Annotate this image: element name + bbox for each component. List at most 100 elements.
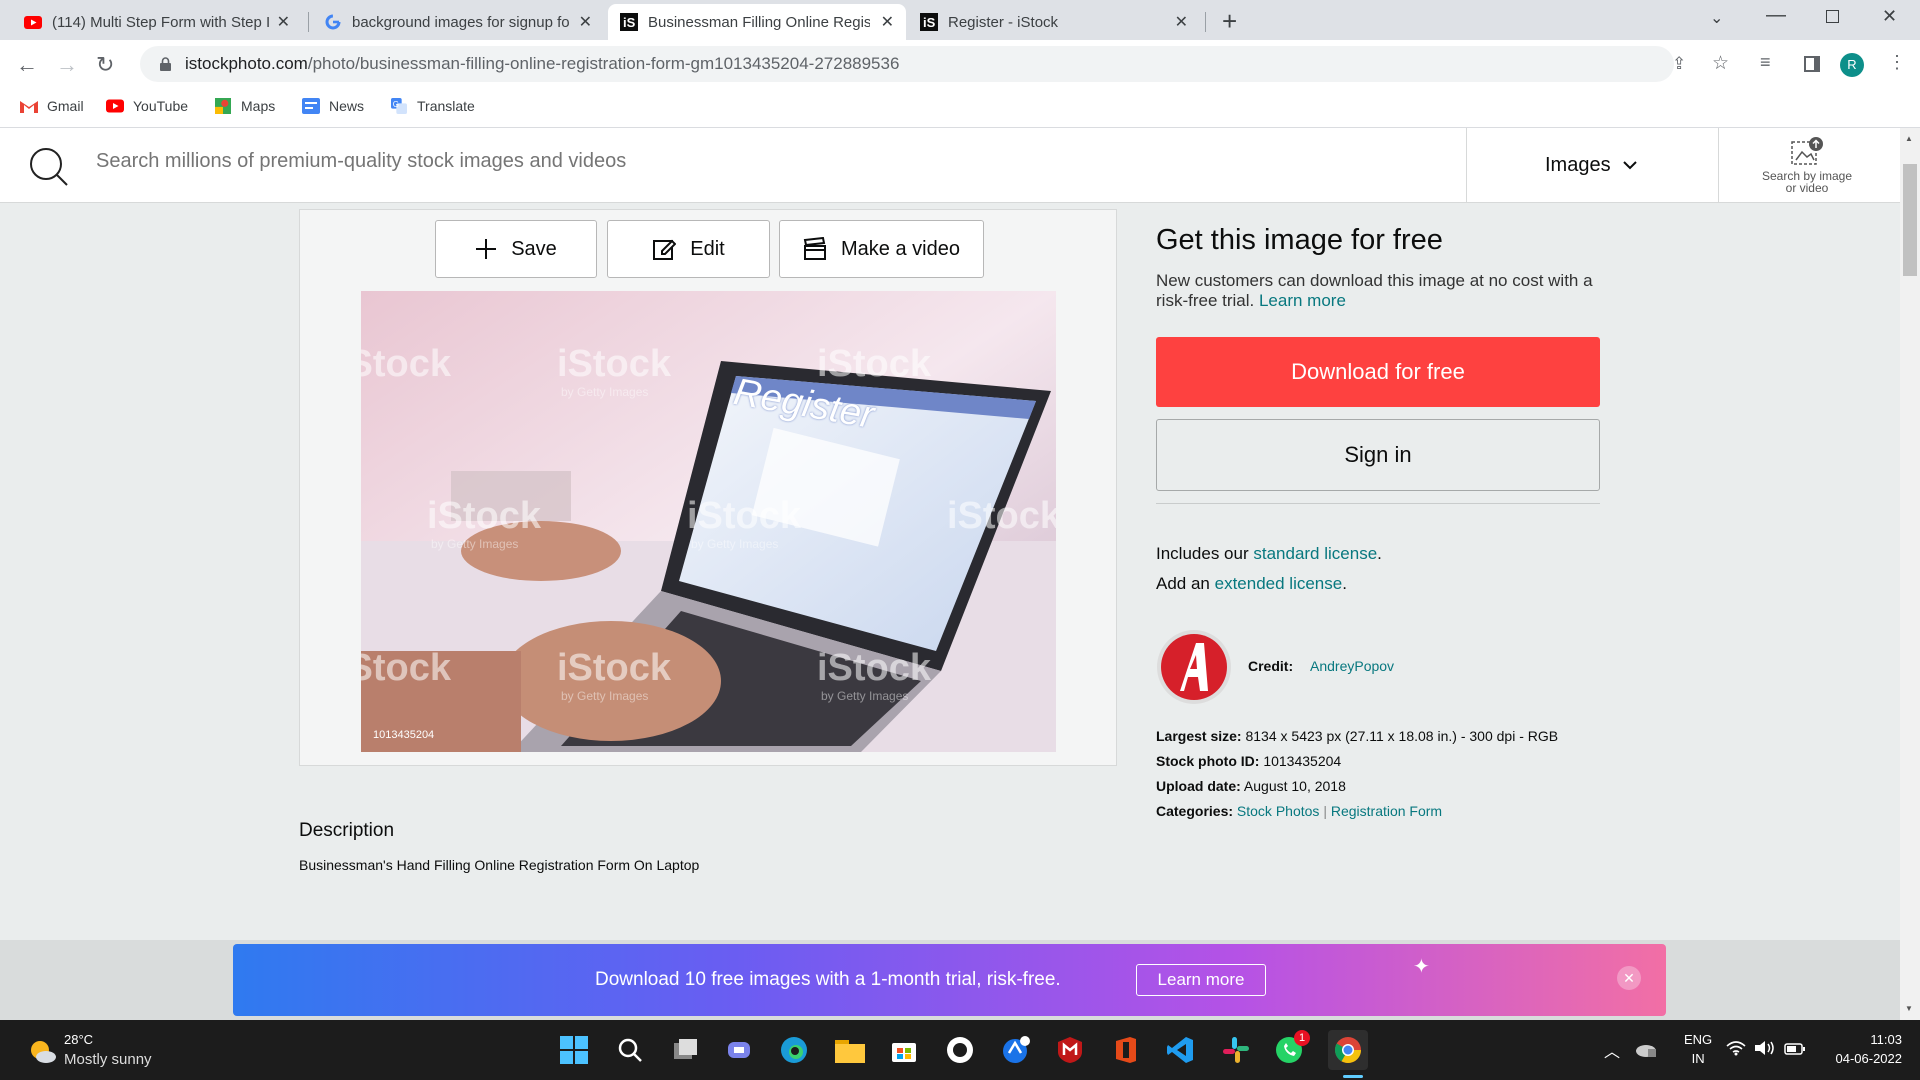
- file-explorer-icon[interactable]: [834, 1034, 866, 1066]
- watermark-sub: by Getty Images: [821, 689, 909, 703]
- sign-in-button[interactable]: Sign in: [1156, 419, 1600, 491]
- stock-photo[interactable]: Register iStock iStock iStock iStock iSt…: [361, 291, 1056, 752]
- reading-list-icon[interactable]: ≡: [1760, 52, 1771, 73]
- site-search-bar: Images Search by image or video: [0, 128, 1900, 203]
- windows-start-icon[interactable]: [558, 1034, 590, 1066]
- watermark: iStock: [687, 495, 802, 537]
- taskbar-search-icon[interactable]: [614, 1034, 646, 1066]
- make-video-button[interactable]: Make a video: [779, 220, 984, 278]
- contributor-logo-icon: [1157, 630, 1231, 704]
- translate-icon: G: [391, 98, 407, 114]
- clapperboard-icon: [803, 237, 827, 260]
- close-banner-icon[interactable]: ✕: [1617, 966, 1641, 990]
- app-icon[interactable]: [1000, 1034, 1032, 1066]
- tab-title: (114) Multi Step Form with Step I: [52, 13, 271, 31]
- description-heading: Description: [299, 820, 395, 841]
- forward-arrow-icon[interactable]: →: [56, 52, 78, 78]
- weather-sun-icon[interactable]: [28, 1038, 56, 1069]
- close-tab-icon[interactable]: ✕: [579, 12, 592, 32]
- search-type-dropdown[interactable]: Images: [1545, 154, 1637, 177]
- bookmark-maps[interactable]: Maps: [214, 98, 275, 114]
- edit-button[interactable]: Edit: [607, 220, 770, 278]
- battery-icon[interactable]: [1784, 1042, 1806, 1060]
- profile-avatar[interactable]: R: [1840, 53, 1864, 77]
- minimize-button[interactable]: —: [1766, 4, 1786, 27]
- whatsapp-icon[interactable]: 1: [1274, 1030, 1310, 1066]
- youtube-icon: [24, 13, 42, 31]
- language-indicator[interactable]: ENG IN: [1684, 1030, 1712, 1068]
- watermark-sub: by Getty Images: [431, 537, 519, 551]
- weather-temp[interactable]: 28°C: [64, 1032, 93, 1047]
- credit-name-link[interactable]: AndreyPopov: [1310, 658, 1394, 674]
- chrome-icon[interactable]: [1328, 1030, 1368, 1070]
- url-host: istockphoto.com: [185, 54, 308, 73]
- lock-icon[interactable]: [160, 57, 171, 71]
- bookmark-youtube[interactable]: YouTube: [106, 98, 188, 114]
- restore-button[interactable]: [1826, 10, 1839, 23]
- back-arrow-icon[interactable]: ←: [16, 52, 38, 78]
- contributor-avatar[interactable]: [1156, 629, 1232, 705]
- category-registration-form-link[interactable]: Registration Form: [1331, 803, 1442, 819]
- teams-chat-icon[interactable]: [724, 1034, 756, 1066]
- side-panel-icon[interactable]: [1804, 56, 1820, 72]
- bookmark-star-icon[interactable]: ☆: [1712, 52, 1729, 75]
- category-stock-photos-link[interactable]: Stock Photos: [1237, 803, 1320, 819]
- address-bar[interactable]: istockphoto.com/photo/businessman-fillin…: [140, 46, 1729, 82]
- bookmarks-bar: Gmail YouTube Maps News G Translate: [0, 90, 1920, 128]
- edge-browser-icon[interactable]: [778, 1034, 810, 1066]
- page-scrollbar[interactable]: ▲ ▼: [1900, 128, 1920, 1020]
- vscode-icon[interactable]: [1164, 1034, 1196, 1066]
- description-text: Businessman's Hand Filling Online Regist…: [299, 857, 700, 873]
- volume-icon[interactable]: [1754, 1040, 1776, 1061]
- watermark: iStock: [557, 343, 672, 385]
- url-path: /photo/businessman-filling-online-regist…: [307, 54, 900, 73]
- watermark: iStock: [817, 343, 932, 385]
- learn-more-link[interactable]: Learn more: [1259, 291, 1346, 310]
- tab-youtube[interactable]: (114) Multi Step Form with Step I ✕: [12, 4, 302, 40]
- search-input[interactable]: [96, 150, 1196, 173]
- share-icon[interactable]: ⇪: [1672, 54, 1686, 74]
- bookmark-news[interactable]: News: [302, 98, 364, 114]
- new-tab-button[interactable]: +: [1222, 6, 1237, 37]
- tab-istock-photo[interactable]: iS Businessman Filling Online Regis ✕: [608, 4, 906, 40]
- standard-license-link[interactable]: standard license: [1253, 544, 1377, 563]
- bookmark-translate[interactable]: G Translate: [390, 98, 475, 114]
- close-tab-icon[interactable]: ✕: [277, 12, 290, 32]
- watermark: iStock: [817, 647, 932, 689]
- offer-body: New customers can download this image at…: [1156, 271, 1593, 310]
- download-for-free-button[interactable]: Download for free: [1156, 337, 1600, 407]
- mcafee-icon[interactable]: [1054, 1034, 1086, 1066]
- tab-google[interactable]: background images for signup fo ✕: [312, 4, 604, 40]
- bookmark-gmail[interactable]: Gmail: [20, 98, 84, 114]
- github-icon[interactable]: [944, 1034, 976, 1066]
- slack-icon[interactable]: [1220, 1034, 1252, 1066]
- promo-learn-more-button[interactable]: Learn more: [1136, 964, 1266, 996]
- istock-icon: iS: [920, 13, 938, 31]
- search-icon[interactable]: [28, 146, 70, 188]
- svg-text:iS: iS: [623, 15, 636, 30]
- reload-icon[interactable]: ↻: [96, 52, 114, 78]
- office-icon[interactable]: [1110, 1034, 1142, 1066]
- tab-title: Register - iStock: [948, 13, 1059, 31]
- save-button[interactable]: Save: [435, 220, 597, 278]
- task-view-icon[interactable]: [670, 1034, 702, 1066]
- tray-chevron-up-icon[interactable]: ︿: [1604, 1038, 1620, 1062]
- image-panel: Save Edit Make a video Register tock iSt…: [299, 209, 1117, 766]
- scrollbar-thumb[interactable]: [1903, 164, 1917, 276]
- close-tab-icon[interactable]: ✕: [881, 12, 894, 32]
- search-by-image-button[interactable]: Search by image or video: [1752, 136, 1862, 194]
- tab-search-chevron-icon[interactable]: ⌄: [1710, 8, 1723, 28]
- tab-istock-register[interactable]: iS Register - iStock ✕: [908, 4, 1200, 40]
- menu-kebab-icon[interactable]: ⋮: [1888, 52, 1906, 73]
- close-tab-icon[interactable]: ✕: [1175, 12, 1188, 32]
- ms-store-icon[interactable]: [888, 1034, 920, 1066]
- chevron-down-icon: [1622, 161, 1637, 170]
- close-window-button[interactable]: ✕: [1882, 6, 1897, 27]
- watermark: iStock: [361, 647, 452, 689]
- weather-status[interactable]: Mostly sunny: [64, 1051, 152, 1068]
- onedrive-icon[interactable]: [1634, 1040, 1658, 1063]
- page-content: Images Search by image or video Save Edi…: [0, 128, 1900, 1020]
- clock[interactable]: 11:03 04-06-2022: [1822, 1030, 1903, 1068]
- wifi-icon[interactable]: [1726, 1040, 1746, 1061]
- extended-license-link[interactable]: extended license: [1215, 574, 1343, 593]
